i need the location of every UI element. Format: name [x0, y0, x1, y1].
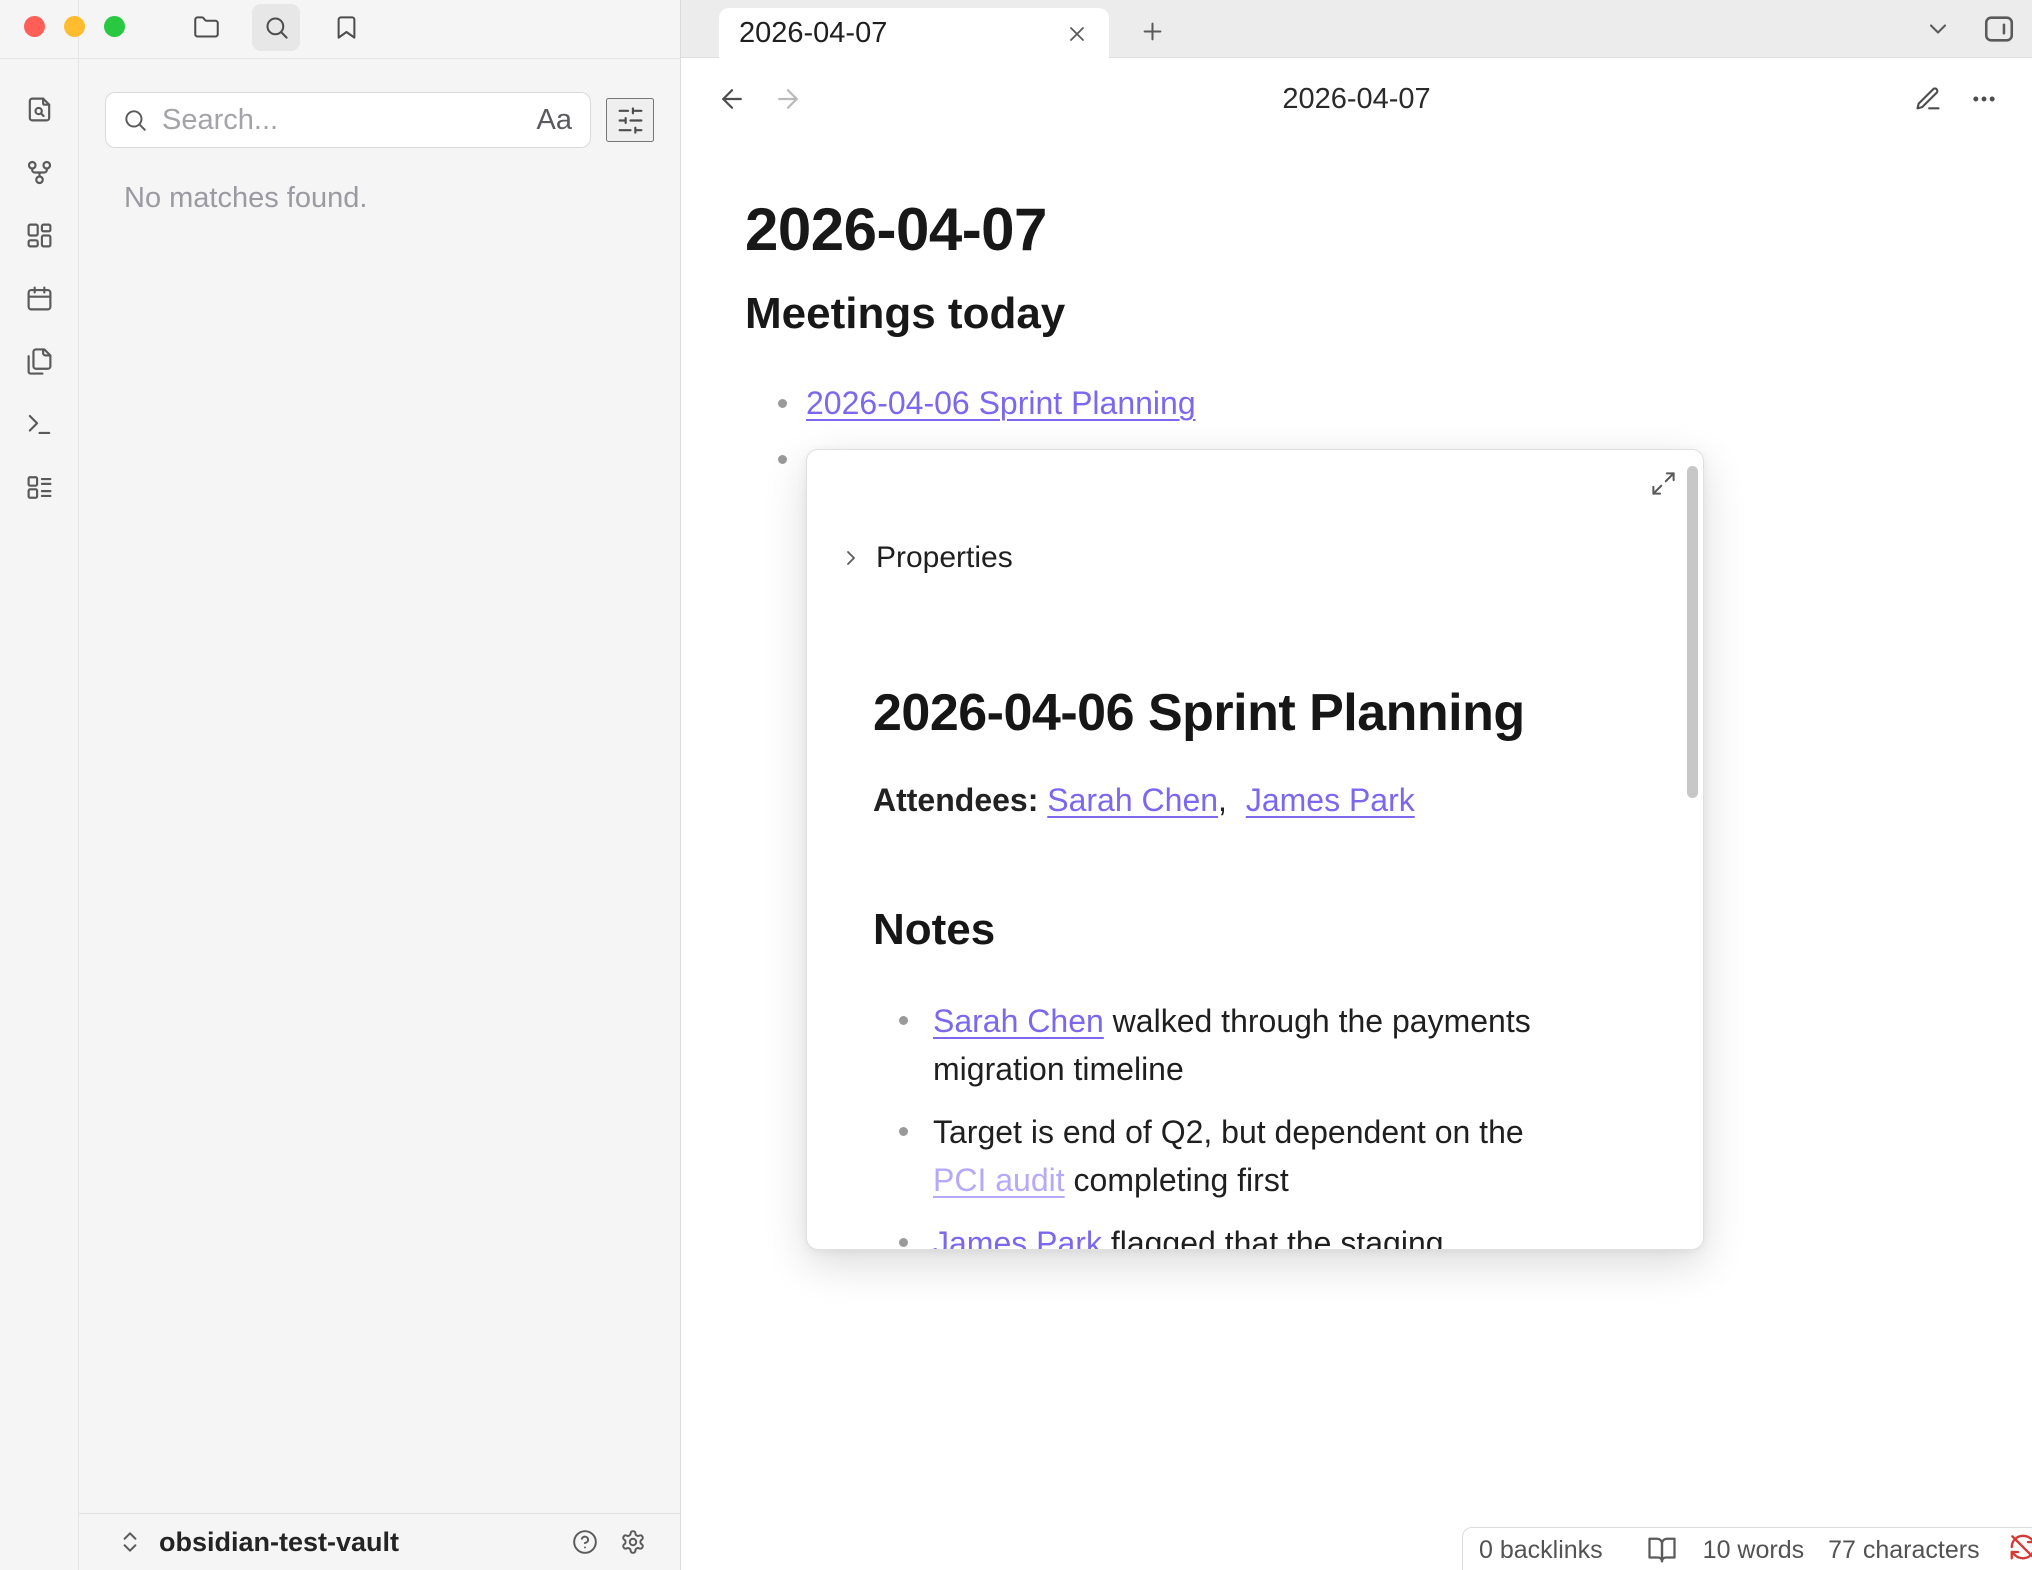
pci-audit-link[interactable]: PCI audit [933, 1162, 1065, 1198]
calendar-icon[interactable] [25, 284, 54, 313]
properties-collapse[interactable]: Properties [839, 540, 1641, 576]
canvas-icon[interactable] [25, 221, 54, 250]
bookmarks-tab-icon[interactable] [322, 4, 370, 51]
attendees-line: Attendees: Sarah Chen, James Park [873, 780, 1641, 820]
attendee-link[interactable]: James Park [1246, 782, 1415, 818]
note-text: completing first [1065, 1162, 1289, 1198]
tab-bar: 2026-04-07 [681, 0, 2032, 58]
attendees-separator: , [1218, 782, 1227, 818]
sidebar-tab-switcher [182, 4, 370, 51]
ribbon [0, 0, 79, 1570]
list-item: Target is end of Q2, but dependent on th… [873, 1108, 1585, 1204]
page-preview-popup: Properties 2026-04-06 Sprint Planning At… [806, 449, 1704, 1250]
note-text: Target is end of Q2, but dependent on th… [933, 1114, 1524, 1150]
search-input-wrapper: Aa [105, 92, 591, 148]
book-open-icon [1647, 1535, 1677, 1565]
help-icon[interactable] [572, 1529, 598, 1555]
search-tab-icon[interactable] [252, 4, 300, 51]
vault-switcher[interactable]: obsidian-test-vault [117, 1527, 399, 1558]
list-details-icon[interactable] [25, 473, 54, 502]
forward-arrow-icon[interactable] [773, 84, 803, 114]
back-arrow-icon[interactable] [717, 84, 747, 114]
right-sidebar-toggle-icon[interactable] [1982, 12, 2016, 46]
search-input[interactable] [162, 104, 523, 137]
zoom-window-button[interactable] [104, 16, 125, 37]
copy-files-icon[interactable] [25, 347, 54, 376]
settings-gear-icon[interactable] [620, 1529, 646, 1555]
chevrons-up-down-icon [117, 1529, 143, 1555]
history-nav [717, 84, 803, 114]
attendee-link[interactable]: Sarah Chen [1047, 782, 1218, 818]
list-item: James Park flagged that the staging [873, 1219, 1585, 1250]
attendees-label: Attendees: [873, 782, 1038, 818]
match-case-toggle[interactable]: Aa [537, 104, 574, 137]
left-sidebar: Aa No matches found. obsidian-test-vault [79, 0, 681, 1570]
tab-title: 2026-04-07 [739, 17, 1065, 50]
person-link[interactable]: James Park [933, 1225, 1102, 1250]
terminal-icon[interactable] [25, 410, 54, 439]
list-item: Sarah Chen walked through the payments m… [873, 997, 1585, 1093]
person-link[interactable]: Sarah Chen [933, 1003, 1104, 1039]
note-text: flagged that the staging [1102, 1225, 1444, 1250]
popup-notes-list: Sarah Chen walked through the payments m… [873, 997, 1585, 1250]
view-header-title: 2026-04-07 [681, 83, 2032, 116]
view-actions [1914, 85, 1998, 113]
minimize-window-button[interactable] [64, 16, 85, 37]
vault-name: obsidian-test-vault [159, 1527, 399, 1558]
note-h2: Meetings today [745, 288, 1895, 341]
popup-title: 2026-04-06 Sprint Planning [873, 682, 1641, 744]
search-empty-state: No matches found. [124, 182, 367, 215]
character-count: 77 characters [1828, 1536, 1979, 1565]
sync-error-icon[interactable] [2008, 1532, 2032, 1569]
tab-list-chevron-down-icon[interactable] [1924, 15, 1952, 43]
tabbar-right-controls [1924, 7, 2016, 51]
vault-footer: obsidian-test-vault [79, 1513, 680, 1570]
titlebar-divider [0, 58, 681, 59]
list-item: 2026-04-06 Sprint Planning [745, 375, 1895, 431]
properties-label: Properties [876, 541, 1013, 575]
note-content: 2026-04-07 Meetings today 2026-04-06 Spr… [745, 140, 1895, 487]
obsidian-window: Aa No matches found. obsidian-test-vault… [0, 0, 2032, 1570]
graph-icon[interactable] [25, 158, 54, 187]
popup-scrollbar[interactable] [1687, 466, 1698, 798]
new-tab-plus-icon[interactable] [1129, 10, 1175, 52]
view-header: 2026-04-07 [681, 58, 2032, 140]
note-h1: 2026-04-07 [745, 194, 1895, 266]
window-controls [24, 16, 125, 37]
search-settings-sliders-icon[interactable] [606, 98, 654, 142]
expand-popup-icon[interactable] [1650, 470, 1677, 497]
word-count: 10 words [1703, 1536, 1804, 1565]
file-search-icon[interactable] [25, 95, 54, 124]
tab-active[interactable]: 2026-04-07 [719, 8, 1109, 59]
search-icon [122, 107, 148, 133]
backlinks-count[interactable]: 0 backlinks [1479, 1536, 1603, 1565]
status-bar: 0 backlinks 10 words 77 characters [1462, 1527, 2032, 1570]
sprint-planning-link[interactable]: 2026-04-06 Sprint Planning [806, 385, 1196, 421]
edit-pencil-icon[interactable] [1914, 85, 1942, 113]
files-tab-folder-icon[interactable] [182, 4, 230, 51]
close-tab-icon[interactable] [1065, 22, 1089, 46]
popup-notes-heading: Notes [873, 904, 1641, 957]
close-window-button[interactable] [24, 16, 45, 37]
more-options-icon[interactable] [1970, 85, 1998, 113]
chevron-right-icon [839, 546, 863, 570]
